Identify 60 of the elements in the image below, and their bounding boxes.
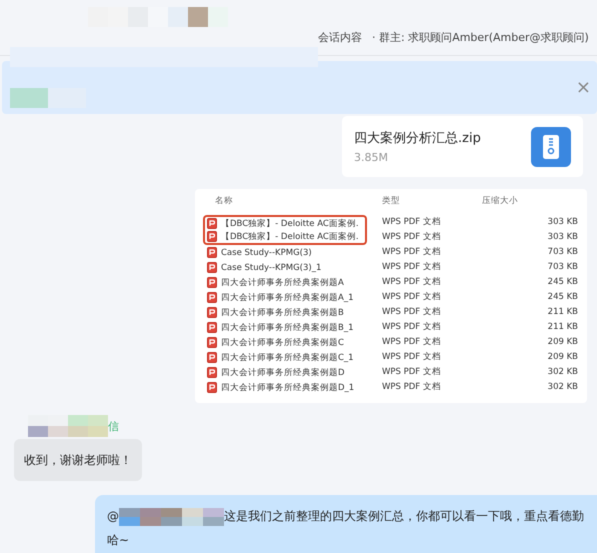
file-name: 四大会计师事务所经典案例题A_1 [221, 292, 354, 304]
file-name: 【DBC独家】- Deloitte AC面案例. [221, 230, 359, 242]
file-type: WPS PDF 文档 [382, 381, 442, 394]
file-name: 四大会计师事务所经典案例题D [221, 366, 345, 378]
file-size: 303 KB [546, 216, 578, 229]
header-info: 会话内容 [318, 30, 362, 45]
file-size: 211 KB [546, 306, 578, 319]
column-header: 类型 [382, 195, 401, 208]
message-bubble: @ 这是我们之前整理的四大案例汇总，你都可以看一下哦，重点看德勤哈~ [95, 495, 597, 553]
pdf-file-icon [207, 367, 217, 378]
file-size: 209 KB [546, 336, 578, 349]
pdf-file-icon [207, 247, 217, 258]
pdf-file-icon [207, 231, 217, 242]
file-size: 303 KB [546, 231, 578, 244]
file-type: WPS PDF 文档 [382, 216, 442, 229]
file-name: 四大会计师事务所经典案例题B_1 [221, 322, 354, 334]
file-size: 302 KB [546, 366, 578, 379]
file-name: Case Study--KPMG(3)_1 [221, 262, 322, 272]
file-type: WPS PDF 文档 [382, 246, 442, 259]
zip-file-icon [531, 126, 571, 166]
file-name: 四大会计师事务所经典案例题C_1 [221, 352, 354, 364]
pdf-file-icon [207, 307, 217, 318]
file-type: WPS PDF 文档 [382, 276, 442, 289]
column-header: 压缩大小 [482, 195, 519, 208]
file-name: 四大会计师事务所经典案例题B [221, 306, 344, 318]
pdf-file-icon [207, 277, 217, 288]
pdf-file-icon [207, 337, 217, 348]
file-name: 四大会计师事务所经典案例题C [221, 336, 344, 348]
file-size: 245 KB [546, 276, 578, 289]
file-card[interactable]: 四大案例分析汇总.zip 3.85M [342, 116, 583, 177]
file-size: 703 KB [546, 261, 578, 274]
file-type: WPS PDF 文档 [382, 261, 442, 274]
pdf-file-icon [207, 292, 217, 303]
pdf-file-icon [207, 218, 217, 229]
file-name: Case Study--KPMG(3) [221, 248, 312, 258]
file-type: WPS PDF 文档 [382, 321, 442, 334]
file-type: WPS PDF 文档 [382, 231, 442, 244]
file-size: 3.85M [354, 151, 389, 164]
file-name: 【DBC独家】- Deloitte AC面案例. [221, 218, 359, 230]
file-name: 四大会计师事务所经典案例题A [221, 276, 344, 288]
file-size: 245 KB [546, 291, 578, 304]
file-size: 209 KB [546, 351, 578, 364]
file-type: WPS PDF 文档 [382, 306, 442, 319]
file-type: WPS PDF 文档 [382, 351, 442, 364]
file-size: 302 KB [546, 381, 578, 394]
column-header: 名称 [214, 195, 234, 208]
file-size: 703 KB [546, 246, 578, 259]
file-type: WPS PDF 文档 [382, 366, 442, 379]
file-name: 四大会计师事务所经典案例题D_1 [221, 382, 354, 394]
pdf-file-icon [207, 262, 217, 273]
pdf-file-icon [207, 382, 217, 393]
file-type: WPS PDF 文档 [382, 336, 442, 349]
source-label: 信 [108, 418, 119, 434]
message-bubble: 收到，谢谢老师啦！ [14, 439, 142, 481]
file-name: 四大案例分析汇总.zip [354, 130, 481, 147]
pdf-file-icon [207, 352, 217, 363]
file-size: 211 KB [546, 321, 578, 334]
group-owner: · 群主: 求职顾问Amber(Amber@求职顾问) [372, 30, 589, 45]
file-type: WPS PDF 文档 [382, 291, 442, 304]
pdf-file-icon [207, 322, 217, 333]
